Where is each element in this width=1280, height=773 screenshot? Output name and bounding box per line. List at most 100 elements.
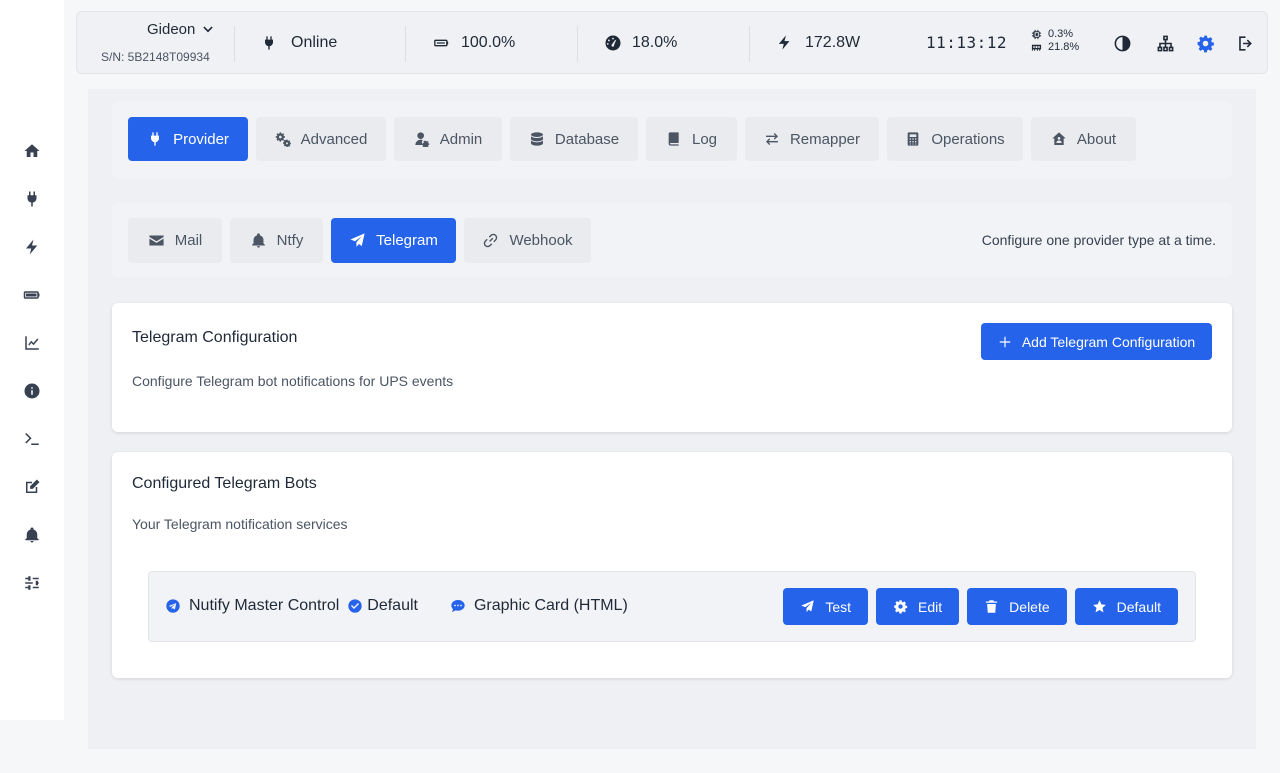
logout-icon: [1238, 35, 1252, 51]
settings-button[interactable]: [1194, 32, 1216, 54]
default-badge: Default: [367, 597, 418, 614]
clock: 11:13:12: [926, 33, 1008, 52]
card-title: Telegram Configuration: [132, 329, 298, 346]
main-content: Provider Advanced Admin Database Log Rem…: [88, 89, 1256, 749]
bell-icon[interactable]: [22, 525, 42, 545]
sidebar: [0, 0, 64, 720]
tab-label: Mail: [174, 232, 203, 249]
telegram-config-card: Telegram Configuration Configure Telegra…: [112, 303, 1232, 432]
tab-label: Advanced: [300, 130, 368, 148]
power-indicator: 172.8W: [776, 12, 860, 73]
button-label: Add Telegram Configuration: [1021, 333, 1196, 350]
battery-icon[interactable]: [22, 285, 42, 305]
terminal-icon[interactable]: [22, 429, 42, 449]
theme-toggle-button[interactable]: [1111, 32, 1133, 54]
chevron-down-icon: [203, 26, 214, 32]
network-button[interactable]: [1154, 32, 1176, 54]
button-label: Default: [1116, 598, 1161, 615]
house-user-icon: [1052, 132, 1066, 145]
telegram-icon: [166, 599, 180, 613]
tab-log[interactable]: Log: [646, 117, 737, 161]
plug-icon: [265, 35, 273, 50]
bolt-icon[interactable]: [22, 237, 42, 257]
tab-ntfy[interactable]: Ntfy: [230, 218, 323, 263]
calculator-icon: [907, 132, 919, 146]
edit-button[interactable]: Edit: [876, 588, 960, 625]
power-value: 172.8W: [805, 33, 861, 51]
delete-button[interactable]: Delete: [967, 588, 1067, 625]
plug-icon[interactable]: [22, 189, 42, 209]
divider: [577, 26, 578, 62]
tab-label: Webhook: [509, 232, 573, 249]
divider: [405, 26, 406, 62]
memory-stat: 21.8%: [1031, 41, 1079, 54]
comment-dots-icon: [451, 600, 465, 612]
chart-line-icon[interactable]: [22, 333, 42, 353]
bot-actions: Test Edit Delete Default: [783, 588, 1178, 625]
message-format: Graphic Card (HTML): [473, 597, 628, 614]
status-indicator: Online: [261, 12, 337, 73]
gear-icon: [894, 600, 908, 614]
system-stats: 0.3% 21.8%: [1031, 28, 1079, 54]
tab-advanced[interactable]: Advanced: [256, 117, 386, 161]
memory-icon: [1031, 44, 1042, 51]
contrast-icon: [1114, 35, 1130, 51]
tab-remapper[interactable]: Remapper: [745, 117, 879, 161]
card-subtitle: Configure Telegram bot notifications for…: [132, 373, 454, 389]
arrows-exchange-icon: [765, 133, 778, 145]
battery-icon: [434, 39, 449, 46]
gear-icon: [1197, 35, 1214, 52]
device-name: Gideon: [147, 21, 196, 38]
device-serial: S/N: 5B2148T09934: [101, 50, 210, 64]
add-telegram-config-button[interactable]: Add Telegram Configuration: [981, 323, 1212, 360]
test-button[interactable]: Test: [783, 588, 869, 625]
battery-indicator: 100.0%: [431, 12, 515, 73]
tab-label: Log: [691, 130, 718, 148]
tab-label: Operations: [931, 130, 1005, 148]
divider: [234, 26, 235, 62]
tab-label: Ntfy: [276, 232, 304, 249]
load-indicator: 18.0%: [604, 12, 677, 73]
home-icon[interactable]: [22, 141, 42, 161]
logout-button[interactable]: [1234, 32, 1256, 54]
tab-label: Telegram: [376, 232, 438, 249]
top-status-bar: Gideon S/N: 5B2148T09934 Online 100.0% 1…: [76, 11, 1268, 74]
settings-tabs: Provider Advanced Admin Database Log Rem…: [112, 101, 1232, 179]
tab-webhook[interactable]: Webhook: [464, 218, 591, 263]
bell-icon: [251, 233, 265, 248]
info-icon[interactable]: [22, 381, 42, 401]
tab-label: About: [1076, 130, 1117, 148]
database-icon: [530, 132, 543, 146]
divider: [749, 26, 750, 62]
book-icon: [668, 132, 679, 146]
bot-info: Nutify Master Control Default Graphic Ca…: [165, 597, 628, 615]
bot-list-item: Nutify Master Control Default Graphic Ca…: [148, 571, 1196, 642]
tab-database[interactable]: Database: [510, 117, 638, 161]
tab-mail[interactable]: Mail: [128, 218, 222, 263]
sliders-icon[interactable]: [22, 573, 42, 593]
cpu-value: 0.3%: [1048, 28, 1074, 40]
cpu-icon: [1031, 29, 1042, 40]
provider-hint: Configure one provider type at a time.: [981, 232, 1216, 248]
bot-name: Nutify Master Control: [189, 597, 340, 614]
paper-plane-icon: [350, 233, 365, 247]
status-text: Online: [291, 33, 338, 51]
link-icon: [484, 233, 498, 248]
star-icon: [1092, 600, 1106, 613]
tab-operations[interactable]: Operations: [887, 117, 1023, 161]
button-label: Test: [825, 598, 852, 615]
tab-admin[interactable]: Admin: [394, 117, 502, 161]
device-selector[interactable]: Gideon: [147, 21, 215, 38]
memory-value: 21.8%: [1048, 41, 1080, 53]
tab-telegram[interactable]: Telegram: [331, 218, 456, 263]
card-subtitle: Your Telegram notification services: [132, 516, 348, 532]
tab-about[interactable]: About: [1031, 117, 1136, 161]
card-title: Configured Telegram Bots: [132, 475, 317, 492]
tab-label: Provider: [173, 130, 229, 148]
set-default-button[interactable]: Default: [1074, 588, 1178, 625]
edit-icon[interactable]: [22, 477, 42, 497]
paper-plane-icon: [801, 600, 815, 613]
tab-provider[interactable]: Provider: [128, 117, 248, 161]
tab-label: Admin: [439, 130, 483, 148]
button-label: Delete: [1009, 598, 1050, 615]
